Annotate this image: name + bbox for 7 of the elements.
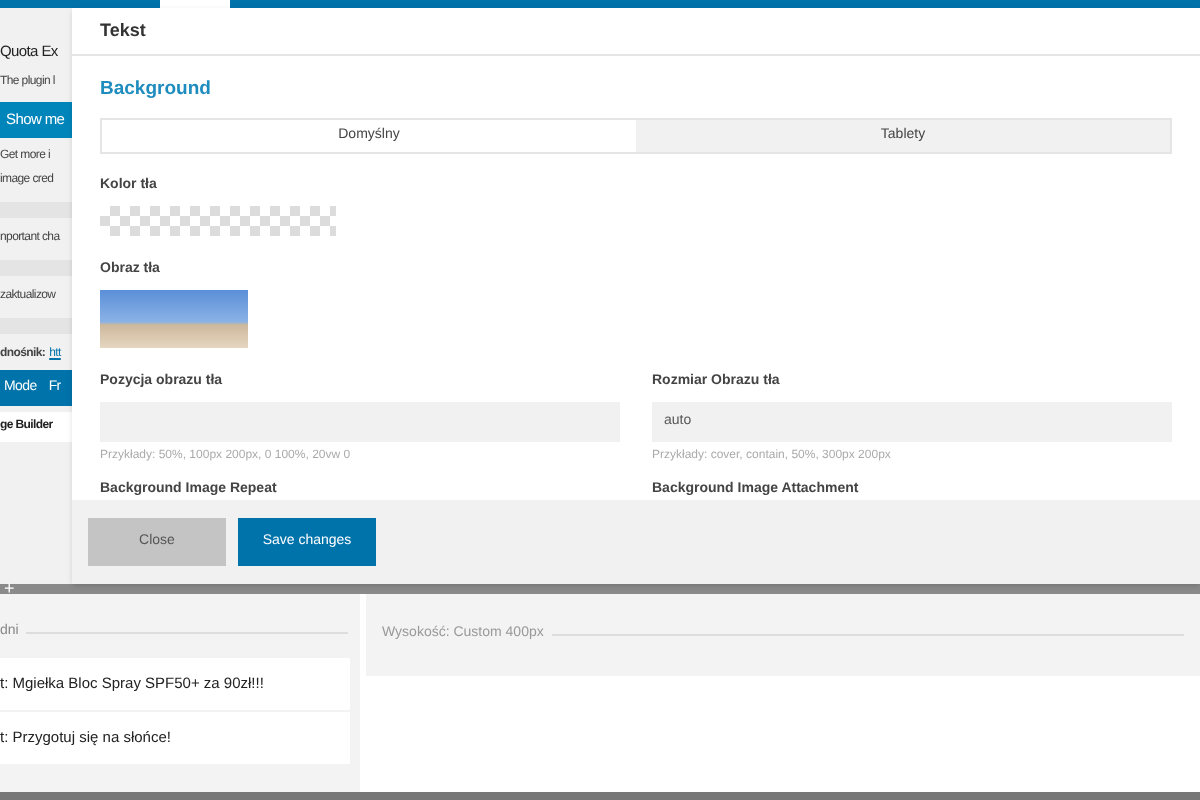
add-symbol[interactable]: + <box>4 580 15 598</box>
section-heading: Background <box>100 76 213 104</box>
notice-separator <box>0 317 72 333</box>
photo-placeholder[interactable] <box>100 289 248 348</box>
notice-separator <box>0 259 72 275</box>
notice-separator <box>0 201 72 217</box>
modal-title: Tekst <box>100 17 146 44</box>
